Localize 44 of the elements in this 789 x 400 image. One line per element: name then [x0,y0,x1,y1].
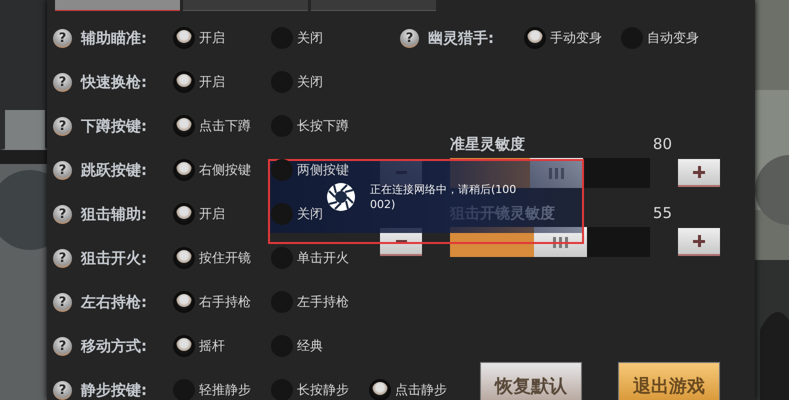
setting-label: 下蹲按键: [81,116,148,136]
radio-option[interactable]: 轻推静步 [173,379,271,400]
radio-option[interactable]: 关闭 [271,27,369,49]
slider-title: 准星灵敏度 [450,134,525,154]
radio-option[interactable]: 经典 [271,335,369,357]
setting-label: 幽灵猎手: [428,28,495,48]
help-icon[interactable]: ? [53,292,72,312]
radio-option[interactable]: 手动变身 [524,27,621,49]
reset-button[interactable]: 恢复默认 [480,362,582,400]
radio-option[interactable]: 点击静步 [369,379,467,400]
help-icon[interactable]: ? [53,336,72,356]
radio-option[interactable]: 右侧按键 [173,159,271,181]
help-icon[interactable]: ? [53,72,72,92]
radio-option[interactable]: 自动变身 [621,27,718,49]
radio-option[interactable]: 点击下蹲 [173,115,271,137]
radio-option[interactable]: 开启 [173,71,271,93]
setting-label: 移动方式: [81,336,148,356]
help-icon[interactable]: ? [53,204,72,224]
setting-label: 跳跃按键: [81,160,148,180]
slider-value: 55 [652,204,672,222]
help-icon[interactable]: ? [53,116,72,136]
radio-option[interactable]: 摇杆 [173,335,271,357]
setting-label: 狙击辅助: [81,204,148,224]
exit-game-button[interactable]: 退出游戏 [618,362,720,400]
radio-option[interactable]: 关闭 [271,71,369,93]
setting-label: 左右持枪: [81,292,148,312]
radio-option[interactable]: 开启 [173,27,271,49]
radio-option[interactable]: 单击开火 [271,247,369,269]
radio-option[interactable]: 左手持枪 [271,291,369,313]
radio-option[interactable]: 长按静步 [271,379,369,400]
help-icon[interactable]: ? [53,248,72,268]
help-icon[interactable]: ? [53,28,72,48]
slider-value: 80 [652,135,672,153]
radio-option[interactable]: 长按下蹲 [271,115,369,137]
radio-option[interactable]: 右手持枪 [173,291,271,313]
help-icon[interactable]: ? [400,28,419,48]
setting-label: 快速换枪: [81,72,148,92]
setting-label: 辅助瞄准: [81,28,148,48]
radio-option[interactable]: 开启 [173,203,271,225]
help-icon[interactable]: ? [53,380,72,400]
help-icon[interactable]: ? [53,160,72,180]
setting-label: 狙击开火: [81,248,148,268]
radio-option[interactable]: 按住开镜 [173,247,271,269]
setting-label: 静步按键: [81,380,148,400]
